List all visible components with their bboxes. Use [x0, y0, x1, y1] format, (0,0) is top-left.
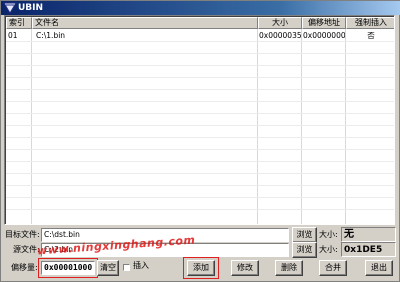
file-list[interactable]: 索引 文件名 大小 偏移地址 强制插入 01 C:\1.bin 0x000003…	[4, 15, 395, 225]
clear-button[interactable]: 清空	[97, 260, 119, 276]
insert-label: 插入	[133, 261, 149, 270]
target-size-value: 无	[344, 229, 354, 240]
target-browse-button[interactable]: 浏览	[292, 227, 317, 243]
offset-label: 偏移量:	[11, 263, 38, 272]
cell-filename: C:\1.bin	[36, 31, 66, 40]
window-title: UBIN	[18, 3, 44, 13]
cell-size: 0x0000035F	[259, 31, 301, 40]
column-header-size[interactable]: 大小	[258, 17, 302, 29]
cell-offset: 0x00000000	[303, 31, 345, 40]
modify-button[interactable]: 修改	[231, 260, 259, 276]
column-header-index[interactable]: 索引	[6, 17, 32, 29]
merge-button[interactable]: 合并	[319, 260, 347, 276]
source-size-field: 0x1DE5	[341, 242, 396, 257]
cell-index: 01	[8, 31, 18, 40]
add-highlight	[183, 257, 219, 279]
app-icon	[3, 2, 17, 14]
offset-highlight	[38, 258, 98, 278]
target-size-field: 无	[341, 227, 396, 242]
column-header-filename[interactable]: 文件名	[32, 17, 258, 29]
main-window: UBIN 索引 文件名 大小 偏移地址 强制插入 01 C:\1.bin 0x0…	[0, 0, 400, 282]
table-row[interactable]: 01 C:\1.bin 0x0000035F 0x00000000 否	[6, 30, 394, 41]
column-header-offset[interactable]: 偏移地址	[302, 17, 346, 29]
title-bar: UBIN	[1, 1, 400, 15]
delete-button[interactable]: 删除	[275, 260, 303, 276]
exit-button[interactable]: 退出	[365, 260, 393, 276]
source-size-label: 大小:	[319, 245, 338, 254]
insert-checkbox[interactable]	[123, 264, 130, 271]
source-size-value: 0x1DE5	[344, 245, 383, 255]
source-browse-button[interactable]: 浏览	[292, 242, 317, 258]
target-file-label: 目标文件:	[5, 230, 40, 239]
column-header-force-insert[interactable]: 强制插入	[346, 17, 394, 29]
cell-force-insert: 否	[367, 31, 375, 40]
target-size-label: 大小:	[319, 230, 338, 239]
source-file-label: 源文件:	[13, 245, 40, 254]
